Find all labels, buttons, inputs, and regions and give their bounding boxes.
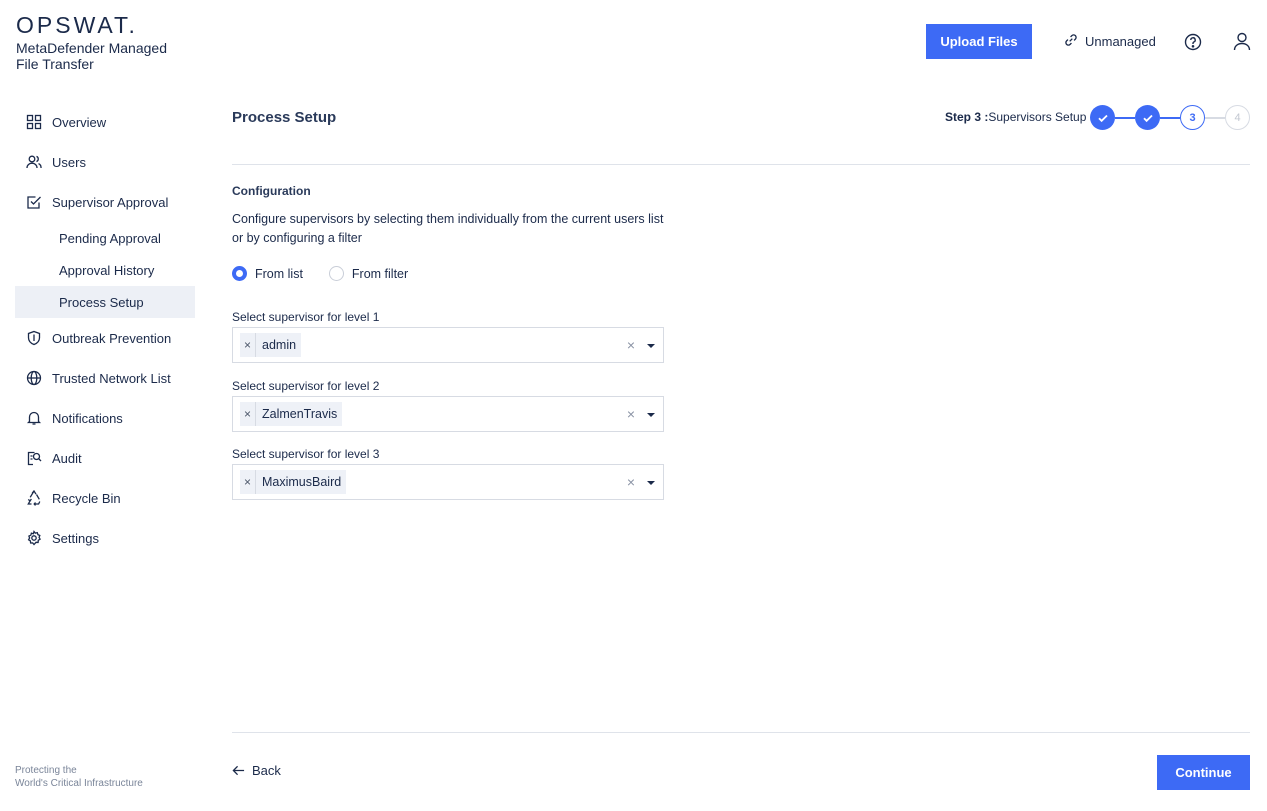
clear-selection-button[interactable]: ×: [627, 406, 635, 422]
sidebar-item-label: Outbreak Prevention: [52, 330, 172, 346]
radio-unselected-icon: [328, 266, 344, 281]
sidebar-item-label: Notifications: [52, 410, 123, 426]
section-title: Configuration: [232, 184, 311, 198]
step-label: Step 3 :Supervisors Setup: [945, 110, 1086, 124]
sidebar-item-users[interactable]: Users: [15, 142, 195, 182]
radio-label: From filter: [351, 266, 409, 281]
level-1-select[interactable]: × admin ×: [232, 327, 664, 363]
user-icon[interactable]: [1233, 32, 1251, 51]
recycle-icon: [25, 490, 42, 507]
arrow-left-icon: [232, 765, 245, 776]
sidebar-item-label: Recycle Bin: [52, 490, 121, 506]
sidebar-item-recycle-bin[interactable]: Recycle Bin: [15, 478, 195, 518]
back-label: Back: [252, 763, 281, 778]
sidebar-item-label: Overview: [52, 114, 107, 130]
step-connector: [1115, 117, 1135, 119]
sidebar-item-label: Settings: [52, 530, 99, 546]
sidebar-item-label: Audit: [52, 450, 82, 466]
level-2-label: Select supervisor for level 2: [232, 379, 380, 393]
sidebar-item-overview[interactable]: Overview: [15, 102, 195, 142]
radio-from-list[interactable]: From list: [232, 266, 303, 281]
opswat-logo: OPSWAT.: [16, 12, 138, 38]
footer-tagline: Protecting the World's Critical Infrastr…: [15, 764, 143, 790]
upload-files-button[interactable]: Upload Files: [926, 24, 1032, 59]
page-title: Process Setup: [232, 109, 337, 126]
sidebar-item-audit[interactable]: Audit: [15, 438, 195, 478]
brand-logo[interactable]: OPSWAT. MetaDefender Managed File Transf…: [16, 12, 186, 72]
users-icon: [25, 154, 42, 171]
product-name: MetaDefender Managed File Transfer: [16, 40, 186, 72]
clear-selection-button[interactable]: ×: [627, 474, 635, 490]
sidebar-item-approval-history[interactable]: Approval History: [15, 254, 195, 286]
audit-icon: [25, 450, 42, 467]
shield-icon: [25, 330, 42, 347]
step-prefix: Step 3 :: [945, 110, 989, 124]
bell-icon: [25, 410, 42, 427]
sidebar-item-label: Trusted Network List: [52, 370, 171, 386]
sidebar-item-trusted-network-list[interactable]: Trusted Network List: [15, 358, 195, 398]
radio-selected-icon: [232, 266, 247, 281]
sidebar-item-settings[interactable]: Settings: [15, 518, 195, 558]
back-button[interactable]: Back: [232, 763, 281, 778]
selected-tag: × MaximusBaird: [240, 470, 347, 494]
step-4: 4: [1225, 105, 1250, 130]
checkbox-icon: [25, 194, 42, 211]
progress-stepper: 3 4: [1090, 105, 1252, 132]
sidebar-item-process-setup[interactable]: Process Setup: [15, 286, 195, 318]
level-2-select[interactable]: × ZalmenTravis ×: [232, 396, 664, 432]
unmanaged-label: Unmanaged: [1085, 34, 1156, 49]
chevron-down-icon[interactable]: [647, 344, 655, 348]
level-1-label: Select supervisor for level 1: [232, 310, 380, 324]
sidebar-item-pending-approval[interactable]: Pending Approval: [15, 222, 195, 254]
unmanaged-link[interactable]: Unmanaged: [1064, 33, 1156, 50]
tag-remove-button[interactable]: ×: [240, 402, 256, 426]
footer-divider: [232, 732, 1250, 733]
check-icon: [1097, 114, 1108, 122]
chevron-down-icon[interactable]: [647, 413, 655, 417]
step-connector: [1160, 117, 1180, 119]
sidebar-item-label: Users: [52, 154, 86, 170]
sidebar-item-label: Approval History: [59, 262, 155, 278]
chevron-down-icon[interactable]: [647, 481, 655, 485]
tag-remove-button[interactable]: ×: [240, 333, 256, 357]
tagline-line1: Protecting the: [15, 765, 77, 776]
product-name-line1: MetaDefender Managed: [16, 40, 167, 56]
tag-value: admin: [262, 338, 297, 352]
step-connector: [1205, 117, 1225, 119]
grid-icon: [25, 114, 42, 131]
level-3-label: Select supervisor for level 3: [232, 447, 380, 461]
selected-tag: × admin: [240, 333, 302, 357]
config-description: Configure supervisors by selecting them …: [232, 212, 664, 245]
step-1-check: [1090, 105, 1115, 130]
help-icon[interactable]: [1184, 33, 1202, 51]
selected-tag: × ZalmenTravis: [240, 402, 343, 426]
radio-label: From list: [255, 266, 303, 281]
tag-value: MaximusBaird: [262, 475, 342, 489]
sidebar-item-label: Process Setup: [59, 294, 144, 310]
step-2-check: [1135, 105, 1160, 130]
product-name-line2: File Transfer: [16, 56, 94, 72]
globe-icon: [25, 370, 42, 387]
clear-selection-button[interactable]: ×: [627, 337, 635, 353]
sidebar-item-supervisor-approval[interactable]: Supervisor Approval: [15, 182, 195, 222]
tagline-line2: World's Critical Infrastructure: [15, 778, 143, 789]
sidebar-item-label: Supervisor Approval: [52, 194, 169, 210]
check-icon: [1142, 114, 1153, 122]
tag-value: ZalmenTravis: [262, 407, 338, 421]
continue-button[interactable]: Continue: [1157, 755, 1250, 790]
step-3: 3: [1180, 105, 1205, 130]
sidebar-item-outbreak-prevention[interactable]: Outbreak Prevention: [15, 318, 195, 358]
sidebar-item-notifications[interactable]: Notifications: [15, 398, 195, 438]
sidebar-item-label: Pending Approval: [59, 230, 161, 246]
sidebar-nav: Overview Users Supervisor Approval Pendi…: [15, 102, 195, 558]
source-radio-group: From list From filter: [232, 266, 434, 281]
level-3-select[interactable]: × MaximusBaird ×: [232, 464, 664, 500]
header-divider: [232, 164, 1250, 165]
gear-icon: [25, 530, 42, 547]
step-name: Supervisors Setup: [988, 110, 1087, 124]
tag-remove-button[interactable]: ×: [240, 470, 256, 494]
link-icon: [1064, 33, 1085, 50]
radio-from-filter[interactable]: From filter: [328, 266, 409, 281]
